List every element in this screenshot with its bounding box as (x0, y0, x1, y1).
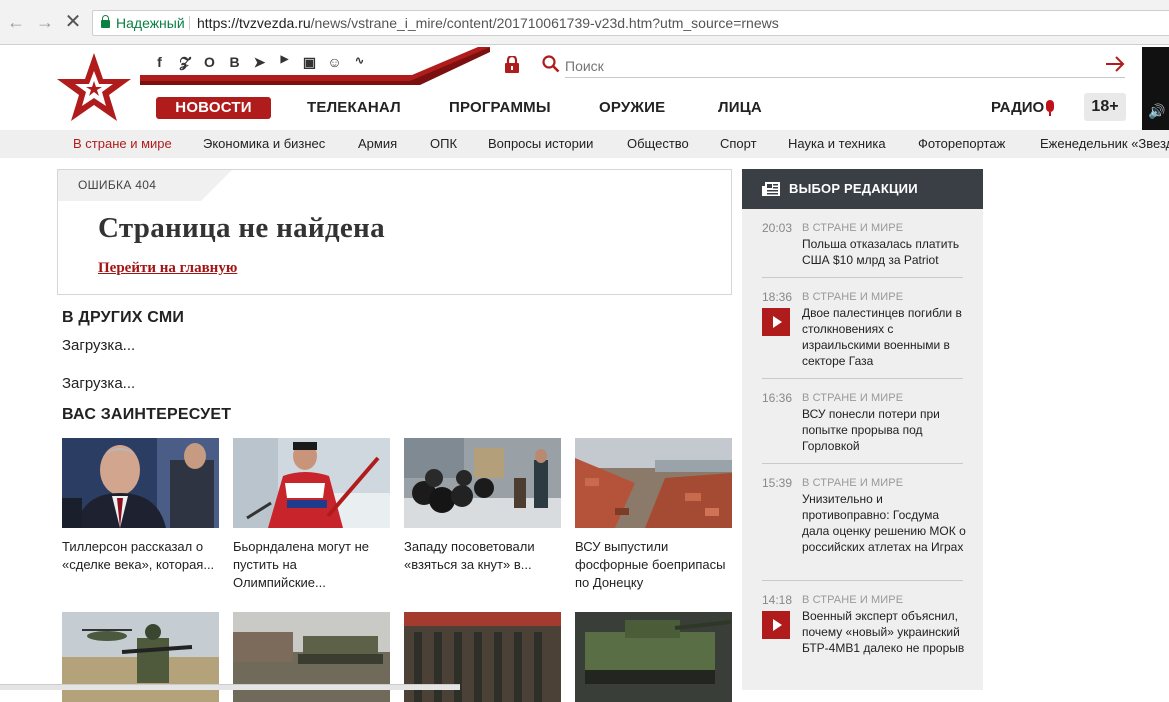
news-card-title[interactable]: Тиллерсон рассказал о «сделке века», кот… (62, 538, 219, 574)
browser-toolbar: ← → ✕ Надежный https://tvzvezda.ru/news/… (0, 0, 1169, 45)
news-title[interactable]: Унизительно и противоправно: Госдума дал… (802, 491, 967, 555)
other-media-heading: В ДРУГИХ СМИ (62, 309, 185, 326)
microphone-icon[interactable] (1046, 100, 1054, 116)
video-play-icon[interactable] (762, 611, 790, 639)
news-card[interactable]: Западу посоветовали «взяться за кнут» в.… (404, 438, 561, 574)
subnav-item-opk[interactable]: ОПК (430, 130, 457, 158)
odnoklassniki-icon[interactable]: О (197, 54, 222, 71)
search-input[interactable] (565, 54, 1125, 78)
loading-text: Загрузка... (62, 337, 136, 354)
nav-item-tv-channel[interactable]: ТЕЛЕКАНАЛ (307, 97, 401, 119)
search-submit-arrow-icon[interactable] (1104, 53, 1126, 75)
editor-choice-sidebar: ВЫБОР РЕДАКЦИИ 20:03 В СТРАНЕ И МИРЕ Пол… (742, 169, 983, 690)
error-code-tag: ОШИБКА 404 (58, 170, 201, 201)
news-title[interactable]: ВСУ понесли потери при попытке прорыва п… (802, 406, 967, 454)
yandex-zen-icon[interactable]: ☺ (322, 54, 347, 71)
twitter-icon[interactable]: 𝓩 (172, 54, 197, 71)
news-card[interactable]: ВСУ выпустили фосфорные боеприпасы по До… (575, 438, 732, 592)
horizontal-scrollbar[interactable] (0, 684, 460, 690)
secure-indicator[interactable]: Надежный (101, 11, 185, 35)
login-lock-icon[interactable] (504, 56, 520, 73)
news-card-image[interactable] (575, 438, 732, 528)
facebook-icon[interactable]: f (147, 54, 172, 71)
subnav-item-society[interactable]: Общество (627, 130, 689, 158)
address-bar[interactable]: Надежный https://tvzvezda.ru/news/vstran… (92, 10, 1169, 36)
subnav-item-sport[interactable]: Спорт (720, 130, 757, 158)
news-card-image[interactable] (404, 438, 561, 528)
video-play-icon[interactable] (762, 308, 790, 336)
sidebar-news-item[interactable]: 18:36 В СТРАНЕ И МИРЕ Двое палестинцев п… (762, 290, 963, 379)
rss-icon[interactable]: ∿ (347, 54, 372, 71)
subnav-item-weekly[interactable]: Еженедельник «Звезда» (1040, 130, 1169, 158)
nav-item-news[interactable]: НОВОСТИ (156, 97, 271, 119)
news-time: 14:18 (762, 593, 793, 607)
go-home-link[interactable]: Перейти на главную (98, 260, 237, 277)
page-title: Страница не найдена (98, 212, 385, 244)
news-category[interactable]: В СТРАНЕ И МИРЕ (802, 594, 903, 606)
news-card-image[interactable] (233, 438, 390, 528)
news-card[interactable]: Тиллерсон рассказал о «сделке века», кот… (62, 438, 219, 574)
news-time: 18:36 (762, 290, 793, 304)
error-404-box: ОШИБКА 404 Страница не найдена Перейти н… (57, 169, 732, 295)
news-title[interactable]: Двое палестинцев погибли в столкновениях… (802, 305, 967, 369)
url-path: /news/vstrane_i_mire/content/20171006173… (310, 15, 779, 31)
subnav-item-photo[interactable]: Фоторепортаж (918, 130, 1005, 158)
news-card[interactable]: Бьорндалена могут не пустить на Олимпийс… (233, 438, 390, 592)
url-text[interactable]: https://tvzvezda.ru/news/vstrane_i_mire/… (197, 11, 779, 35)
sidebar-news-item[interactable]: 14:18 В СТРАНЕ И МИРЕ Военный эксперт об… (762, 593, 964, 690)
radio-link[interactable]: РАДИО (991, 97, 1044, 119)
nav-item-faces[interactable]: ЛИЦА (718, 97, 762, 119)
news-card[interactable] (575, 612, 732, 702)
news-card-title[interactable]: Бьорндалена могут не пустить на Олимпийс… (233, 538, 390, 592)
subnav-item-economy[interactable]: Экономика и бизнес (203, 130, 325, 158)
error-tag-corner (201, 170, 232, 201)
nav-item-weapons[interactable]: ОРУЖИЕ (599, 97, 665, 119)
subnav-item-science[interactable]: Наука и техника (788, 130, 886, 158)
subnav-item-history[interactable]: Вопросы истории (488, 130, 593, 158)
address-separator (189, 16, 190, 30)
news-time: 16:36 (762, 391, 793, 405)
sidebar-news-item[interactable]: 15:39 В СТРАНЕ И МИРЕ Унизительно и прот… (762, 476, 966, 581)
social-links: f 𝓩 О B ➤ ▶ ▣ ☺ ∿ (147, 54, 372, 71)
sidebar-news-item[interactable]: 20:03 В СТРАНЕ И МИРЕ Польша отказалась … (762, 221, 963, 278)
newspaper-icon (762, 182, 780, 196)
telegram-icon[interactable]: ➤ (247, 54, 272, 71)
youtube-icon[interactable]: ▶ (272, 54, 297, 71)
speaker-icon[interactable]: 🔊 (1148, 103, 1165, 120)
interest-heading: ВАС ЗАИНТЕРЕСУЕТ (62, 406, 232, 423)
instagram-icon[interactable]: ▣ (297, 54, 322, 71)
nav-item-programs[interactable]: ПРОГРАММЫ (449, 97, 551, 119)
subnav-item-country-world[interactable]: В стране и мире (73, 130, 172, 158)
padlock-icon (101, 15, 110, 28)
news-category[interactable]: В СТРАНЕ И МИРЕ (802, 222, 903, 234)
vk-icon[interactable]: B (222, 54, 247, 71)
secure-label: Надежный (116, 15, 185, 31)
forward-icon[interactable]: → (35, 12, 55, 32)
news-card-image[interactable] (62, 438, 219, 528)
search-icon[interactable] (542, 55, 560, 73)
news-category[interactable]: В СТРАНЕ И МИРЕ (802, 477, 903, 489)
url-host: https://tvzvezda.ru (197, 15, 311, 31)
section-navigation: В стране и мире Экономика и бизнес Армия… (0, 130, 1169, 158)
site-header: f 𝓩 О B ➤ ▶ ▣ ☺ ∿ НОВОСТИ ТЕЛЕКАНАЛ ПРОГ… (0, 45, 1169, 130)
stop-loading-icon[interactable]: ✕ (63, 12, 83, 32)
news-category[interactable]: В СТРАНЕ И МИРЕ (802, 392, 903, 404)
news-time: 20:03 (762, 221, 793, 235)
news-card-title[interactable]: Западу посоветовали «взяться за кнут» в.… (404, 538, 561, 574)
news-category[interactable]: В СТРАНЕ И МИРЕ (802, 291, 903, 303)
sidebar-header: ВЫБОР РЕДАКЦИИ (742, 169, 983, 209)
loading-text: Загрузка... (62, 375, 136, 392)
news-card-image[interactable] (575, 612, 732, 702)
age-rating-badge: 18+ (1084, 93, 1126, 121)
zvezda-star-logo-icon[interactable] (55, 51, 133, 123)
sidebar-title: ВЫБОР РЕДАКЦИИ (789, 181, 918, 196)
back-icon[interactable]: ← (6, 12, 26, 32)
news-title[interactable]: Польша отказалась платить США $10 млрд з… (802, 236, 967, 268)
news-time: 15:39 (762, 476, 793, 490)
news-card-title[interactable]: ВСУ выпустили фосфорные боеприпасы по До… (575, 538, 732, 592)
subnav-item-army[interactable]: Армия (358, 130, 397, 158)
news-title[interactable]: Военный эксперт объяснил, почему «новый»… (802, 608, 967, 656)
sidebar-news-item[interactable]: 16:36 В СТРАНЕ И МИРЕ ВСУ понесли потери… (762, 391, 963, 464)
